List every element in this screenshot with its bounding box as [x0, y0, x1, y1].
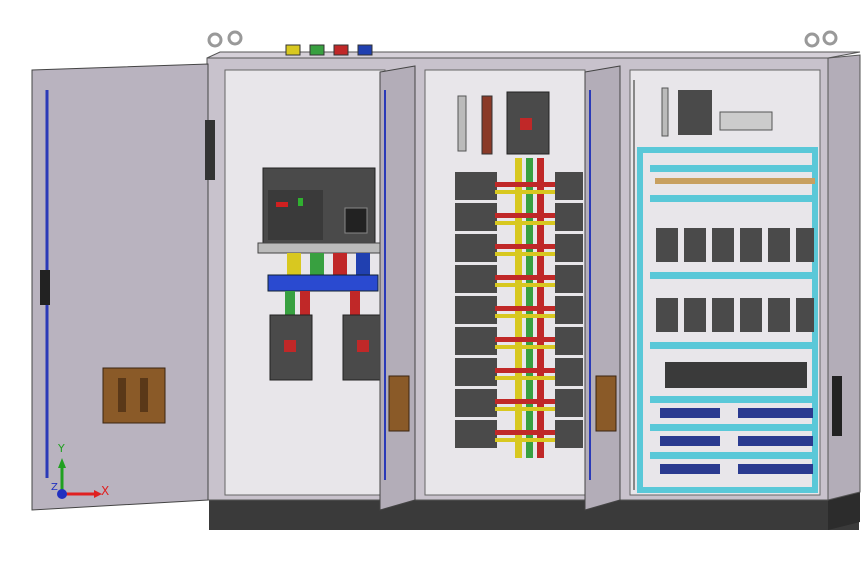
- center-copper-strip: [481, 95, 493, 155]
- cabinet-top: [206, 51, 861, 59]
- din-rail-2: [650, 195, 815, 202]
- cabinet-plinth: [209, 498, 859, 530]
- left-door-hinge-edge: [205, 120, 215, 180]
- center-top-breaker-toggle: [520, 118, 532, 130]
- busbar-horizontal-blue: [267, 274, 379, 292]
- center-right-door-handle: [595, 375, 617, 432]
- busbar-drop-red-low-2: [350, 291, 360, 316]
- right-top-breaker: [678, 90, 712, 135]
- right-top-terminals: [719, 111, 773, 131]
- cad-scene: X Y Z: [0, 0, 867, 562]
- terminal-cap-red: [333, 44, 349, 56]
- din-rail-1: [650, 165, 815, 172]
- din-rail-7: [650, 452, 815, 459]
- left-door-handle-slot-1: [118, 378, 126, 412]
- left-door-handle-plate: [102, 367, 166, 424]
- busbar-drop-red: [333, 253, 347, 275]
- left-door-latch: [40, 270, 50, 305]
- axis-z-label: Z: [51, 482, 58, 493]
- terminal-cap-green: [309, 44, 325, 56]
- busbar-drop-yellow: [287, 253, 301, 275]
- axis-x-label: X: [101, 484, 110, 498]
- main-breaker-base: [257, 242, 381, 254]
- axis-y-label: Y: [58, 442, 65, 455]
- contactor-row: [665, 362, 807, 388]
- busbar-drop-red-low: [300, 291, 310, 316]
- center-terminal-strip: [457, 95, 467, 152]
- din-rail-6: [650, 424, 815, 431]
- right-section-interior: [629, 69, 821, 496]
- lifting-eye-left: [207, 30, 243, 48]
- main-breaker-window: [344, 207, 368, 234]
- main-breaker-indicator-red: [276, 202, 288, 207]
- busbar-drop-green-low: [285, 291, 295, 316]
- busbar-drop-blue: [356, 253, 370, 275]
- lifting-eye-right: [804, 30, 838, 48]
- din-rail-5: [650, 396, 815, 403]
- cabinet-drawing: [31, 30, 861, 530]
- terminal-cap-yellow: [285, 44, 301, 56]
- din-rail-4: [650, 342, 815, 349]
- main-breaker-indicator-green: [298, 198, 303, 206]
- feeder-breaker-right-toggle: [357, 340, 369, 352]
- din-rail-3: [650, 272, 815, 279]
- main-breaker-face: [268, 190, 323, 240]
- wire-marker-row: [655, 178, 815, 184]
- center-left-door-handle: [388, 375, 410, 432]
- side-vent: [832, 376, 842, 436]
- busbar-drop-green: [310, 253, 324, 275]
- right-terminal-strip: [661, 87, 669, 137]
- left-door-handle-slot-2: [140, 378, 148, 412]
- terminal-cap-blue: [357, 44, 373, 56]
- feeder-breaker-left-toggle: [284, 340, 296, 352]
